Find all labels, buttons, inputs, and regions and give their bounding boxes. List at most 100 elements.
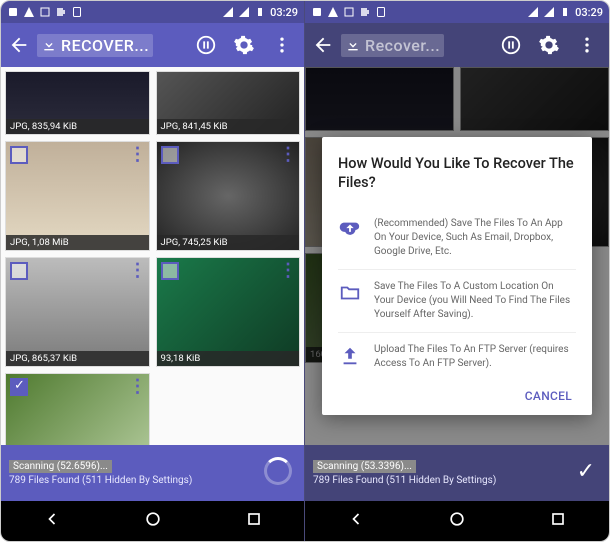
thumb-more-icon[interactable]: ⋮: [129, 260, 147, 281]
status-bar: 03:29: [305, 1, 609, 23]
thumb-more-icon[interactable]: ⋮: [279, 144, 297, 165]
settings-button[interactable]: [533, 29, 565, 61]
thumbnail-item[interactable]: ⋮ JPG, 865,37 KiB: [5, 257, 150, 367]
pause-button[interactable]: [190, 29, 222, 61]
thumb-label: JPG, 841,45 KiB: [161, 121, 228, 132]
status-time: 03:29: [575, 6, 603, 19]
thumbnail-item[interactable]: ⋮ JPG, 745,25 KiB: [156, 141, 301, 251]
checkbox[interactable]: [10, 146, 28, 164]
arrow-left-icon: [8, 34, 30, 56]
nav-back-button[interactable]: [346, 509, 366, 533]
more-vert-icon: [272, 35, 292, 55]
scan-progress-text: Scanning (52.6596)...: [9, 460, 112, 473]
thumbnail-grid-area: JPG, 835,94 KiB JPG, 841,45 KiB ⋮ JPG, 1…: [1, 67, 304, 445]
back-button[interactable]: [311, 33, 335, 57]
scan-files-text: 789 Files Found (511 Hidden By Settings): [9, 475, 296, 486]
arrow-left-icon: [312, 34, 334, 56]
thumb-label: JPG, 865,37 KiB: [10, 353, 77, 364]
pause-icon: [195, 34, 217, 56]
dialog-option-folder[interactable]: Save The Files To A Custom Location On Y…: [338, 269, 576, 332]
content-area: 160,75 KiB How Would You Like To Recover…: [305, 67, 609, 445]
thumb-label: JPG, 1,08 MiB: [10, 237, 69, 248]
thumb-label: 93,18 KiB: [161, 353, 201, 364]
thumb-more-icon[interactable]: ⋮: [129, 376, 147, 397]
dialog-option-text: (Recommended) Save The Files To An App O…: [374, 217, 576, 259]
nav-home-icon: [447, 509, 467, 529]
battery-icon: [254, 6, 266, 18]
notif-icon: [359, 6, 371, 18]
status-bar: 03:29: [1, 1, 304, 23]
thumbnail-item[interactable]: JPG, 835,94 KiB: [5, 71, 150, 135]
scan-progress-text: Scanning (53.3396)...: [313, 460, 416, 473]
dialog-option-ftp[interactable]: Upload The Files To An FTP Server (requi…: [338, 332, 576, 381]
appbar-title: Recover...: [365, 36, 440, 55]
recover-dialog: How Would You Like To Recover The Files?…: [322, 137, 592, 415]
app-bar: RECOVER...: [1, 23, 304, 67]
recover-action[interactable]: RECOVER...: [37, 34, 153, 57]
checkbox-checked[interactable]: [10, 378, 28, 396]
dialog-title: How Would You Like To Recover The Files?: [338, 155, 576, 193]
notif-icon: [7, 6, 19, 18]
thumbnail-item[interactable]: ⋮ 93,18 KiB: [156, 257, 301, 367]
notif-icon: [311, 6, 323, 18]
thumb-label: JPG, 745,25 KiB: [161, 237, 228, 248]
check-icon: ✓: [577, 459, 595, 484]
notif-icon: [55, 6, 67, 18]
status-right: 03:29: [222, 6, 298, 19]
notif-icon: [39, 6, 51, 18]
signal-icon: [222, 6, 234, 18]
overflow-button[interactable]: [571, 29, 603, 61]
signal-icon: [543, 6, 555, 18]
dialog-option-text: Save The Files To A Custom Location On Y…: [374, 280, 576, 322]
pause-button[interactable]: [495, 29, 527, 61]
nav-recent-button[interactable]: [548, 509, 568, 533]
thumbnail-item[interactable]: ⋮ 160,78 KiB: [5, 373, 150, 445]
checkbox[interactable]: [10, 262, 28, 280]
status-right: 03:29: [527, 6, 603, 19]
gear-icon: [233, 34, 255, 56]
nav-home-button[interactable]: [143, 509, 163, 533]
status-left-icons: [311, 6, 387, 18]
signal-icon: [527, 6, 539, 18]
dialog-option-app[interactable]: (Recommended) Save The Files To An App O…: [338, 207, 576, 269]
nav-back-icon: [42, 509, 62, 529]
thumbnail-item[interactable]: JPG, 841,45 KiB: [156, 71, 301, 135]
screenshot-pair: 03:29 RECOVER...: [0, 0, 610, 542]
scan-status-bar: Scanning (53.3396)... 789 Files Found (5…: [305, 445, 609, 501]
checkbox[interactable]: [161, 262, 179, 280]
cloud-upload-icon: [338, 217, 362, 241]
nav-back-button[interactable]: [42, 509, 62, 533]
settings-button[interactable]: [228, 29, 260, 61]
nav-bar: [1, 501, 304, 541]
notif-icon: [327, 6, 339, 18]
checkbox[interactable]: [161, 146, 179, 164]
folder-icon: [338, 280, 362, 304]
overflow-button[interactable]: [266, 29, 298, 61]
download-icon: [345, 37, 361, 53]
nav-bar: [305, 501, 609, 541]
nav-recent-icon: [244, 509, 264, 529]
dialog-cancel-button[interactable]: CANCEL: [338, 381, 576, 405]
notif-icon: [343, 6, 355, 18]
recover-action[interactable]: Recover...: [341, 34, 444, 57]
nav-recent-button[interactable]: [244, 509, 264, 533]
notif-icon: [23, 6, 35, 18]
thumbnail-item[interactable]: ⋮ JPG, 1,08 MiB: [5, 141, 150, 251]
signal-icon: [238, 6, 250, 18]
nav-back-icon: [346, 509, 366, 529]
app-bar: Recover...: [305, 23, 609, 67]
thumb-more-icon[interactable]: ⋮: [129, 144, 147, 165]
gear-icon: [538, 34, 560, 56]
notif-icon: [71, 6, 83, 18]
upload-icon: [338, 343, 362, 367]
nav-recent-icon: [548, 509, 568, 529]
thumb-more-icon[interactable]: ⋮: [279, 260, 297, 281]
phone-right: 03:29 Recover...: [305, 1, 609, 541]
more-vert-icon: [577, 35, 597, 55]
dialog-option-text: Upload The Files To An FTP Server (requi…: [374, 343, 576, 371]
pause-icon: [500, 34, 522, 56]
notif-icon: [375, 6, 387, 18]
back-button[interactable]: [7, 33, 31, 57]
status-left-icons: [7, 6, 83, 18]
nav-home-button[interactable]: [447, 509, 467, 533]
